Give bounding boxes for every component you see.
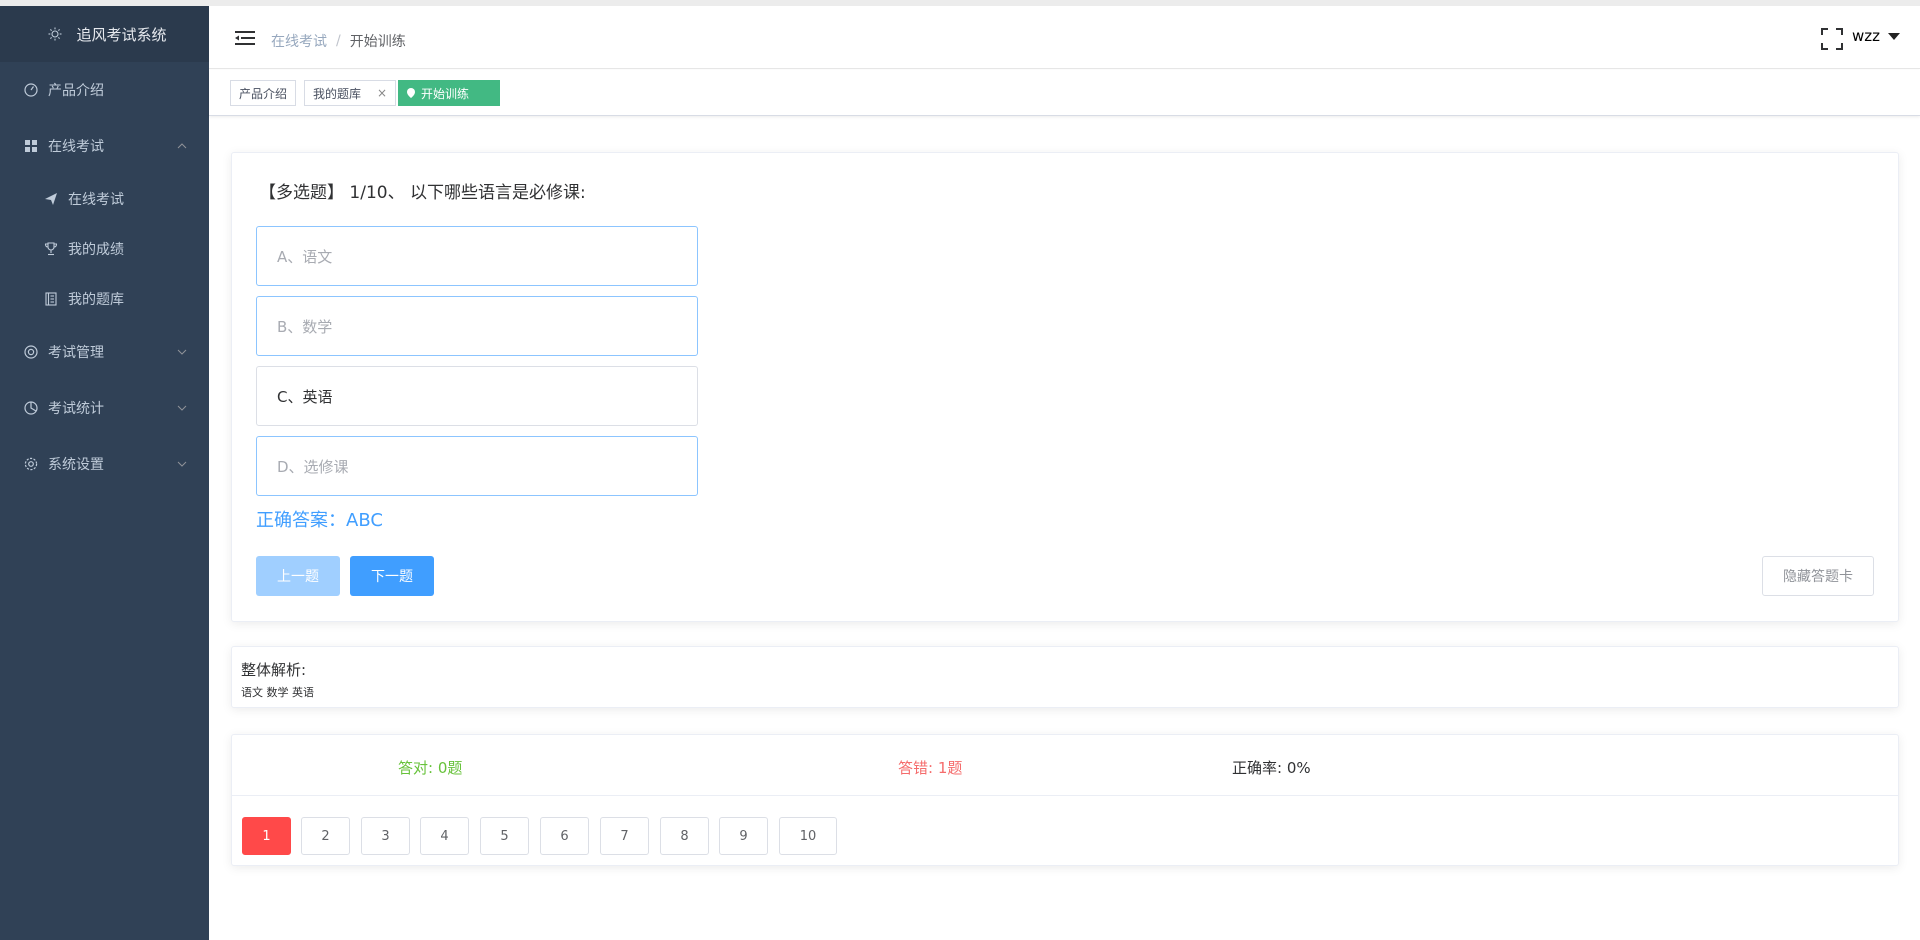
option-a[interactable]: A、语文 xyxy=(256,226,698,286)
notebook-icon xyxy=(43,291,59,307)
sun-icon xyxy=(48,27,62,41)
sidebar-item-system-settings[interactable]: 系统设置 xyxy=(0,436,209,492)
location-pin-icon xyxy=(407,88,415,98)
tag-label: 我的题库 xyxy=(313,86,362,101)
question-number-button[interactable]: 3 xyxy=(361,817,410,855)
lifebuoy-icon xyxy=(23,344,39,360)
option-b[interactable]: B、数学 xyxy=(256,296,698,356)
tag-my-question-bank[interactable]: 我的题库 × xyxy=(304,80,397,106)
dashboard-icon xyxy=(23,82,39,98)
sidebar-subitem-label: 我的成绩 xyxy=(68,242,124,258)
analysis-title: 整体解析: xyxy=(241,661,307,679)
user-dropdown[interactable]: wzz xyxy=(1852,27,1900,45)
gear-icon xyxy=(23,456,39,472)
sidebar-item-label: 系统设置 xyxy=(48,457,104,473)
correct-answer: 正确答案：ABC xyxy=(256,510,383,531)
chevron-down-icon xyxy=(177,405,187,411)
sidebar-item-label: 考试管理 xyxy=(48,345,104,361)
sidebar-subitem-my-question-bank[interactable]: 我的题库 xyxy=(0,274,209,324)
trophy-icon xyxy=(43,241,59,257)
correct-count: 答对: 0题 xyxy=(398,759,463,777)
app-title: 追风考试系统 xyxy=(76,25,167,44)
question-number-button[interactable]: 9 xyxy=(719,817,768,855)
chevron-up-icon xyxy=(177,143,187,149)
breadcrumb-current: 开始训练 xyxy=(349,34,406,50)
tag-label: 开始训练 xyxy=(421,86,470,101)
tag-product-intro[interactable]: 产品介绍 xyxy=(230,80,297,106)
sidebar-subitem-label: 在线考试 xyxy=(68,192,124,208)
question-title: 【多选题】 1/10、 以下哪些语言是必修课: xyxy=(259,183,586,203)
tags-view-bar: 产品介绍 我的题库 × 开始训练 xyxy=(209,70,1920,116)
sidebar-subitem-label: 我的题库 xyxy=(68,292,124,308)
next-question-button[interactable]: 下一题 xyxy=(350,556,434,596)
hide-answer-card-button[interactable]: 隐藏答题卡 xyxy=(1762,556,1874,596)
fullscreen-icon[interactable] xyxy=(1821,28,1843,50)
sidebar-item-label: 产品介绍 xyxy=(48,83,104,99)
option-d[interactable]: D、选修课 xyxy=(256,436,698,496)
analysis-card xyxy=(231,646,1899,708)
top-navbar: 在线考试 / 开始训练 wzz xyxy=(209,6,1920,69)
divider xyxy=(231,795,1899,796)
sidebar-item-exam-management[interactable]: 考试管理 xyxy=(0,324,209,380)
question-number-button[interactable]: 4 xyxy=(420,817,469,855)
question-number-button[interactable]: 10 xyxy=(779,817,837,855)
tag-start-training[interactable]: 开始训练 xyxy=(398,80,500,106)
hamburger-menu-icon[interactable] xyxy=(235,30,255,46)
previous-question-button[interactable]: 上一题 xyxy=(256,556,340,596)
sidebar-subitem-my-scores[interactable]: 我的成绩 xyxy=(0,224,209,274)
analysis-text: 语文 数学 英语 xyxy=(241,686,314,699)
option-c[interactable]: C、英语 xyxy=(256,366,698,426)
sidebar-item-online-exam[interactable]: 在线考试 xyxy=(0,118,209,174)
close-icon[interactable]: × xyxy=(377,86,387,100)
wrong-count: 答错: 1题 xyxy=(898,759,963,777)
caret-down-icon xyxy=(1888,32,1900,40)
question-number-button[interactable]: 6 xyxy=(540,817,589,855)
app-logo[interactable]: 追风考试系统 xyxy=(0,6,209,62)
username: wzz xyxy=(1851,27,1880,45)
grid-icon xyxy=(23,138,39,154)
question-number-button[interactable]: 5 xyxy=(480,817,529,855)
paper-plane-icon xyxy=(43,191,59,207)
question-number-button[interactable]: 1 xyxy=(242,817,291,855)
sidebar-subitem-online-exam[interactable]: 在线考试 xyxy=(0,174,209,224)
breadcrumb: 在线考试 / 开始训练 xyxy=(271,31,406,51)
breadcrumb-separator: / xyxy=(336,33,341,49)
breadcrumb-item[interactable]: 在线考试 xyxy=(271,31,327,51)
question-number-button[interactable]: 8 xyxy=(660,817,709,855)
question-number-button[interactable]: 7 xyxy=(600,817,649,855)
pie-chart-icon xyxy=(23,400,39,416)
chevron-down-icon xyxy=(177,349,187,355)
chevron-down-icon xyxy=(177,461,187,467)
question-number-button[interactable]: 2 xyxy=(301,817,350,855)
sidebar: 追风考试系统 产品介绍 在线考试 在线考试 我的成绩 我的题库 考试管理 考试统… xyxy=(0,6,209,940)
sidebar-item-label: 考试统计 xyxy=(48,401,104,417)
tag-label: 产品介绍 xyxy=(239,86,288,101)
sidebar-item-product-intro[interactable]: 产品介绍 xyxy=(0,62,209,118)
sidebar-item-label: 在线考试 xyxy=(48,139,104,155)
accuracy-rate: 正确率: 0% xyxy=(1232,759,1311,777)
sidebar-item-exam-statistics[interactable]: 考试统计 xyxy=(0,380,209,436)
